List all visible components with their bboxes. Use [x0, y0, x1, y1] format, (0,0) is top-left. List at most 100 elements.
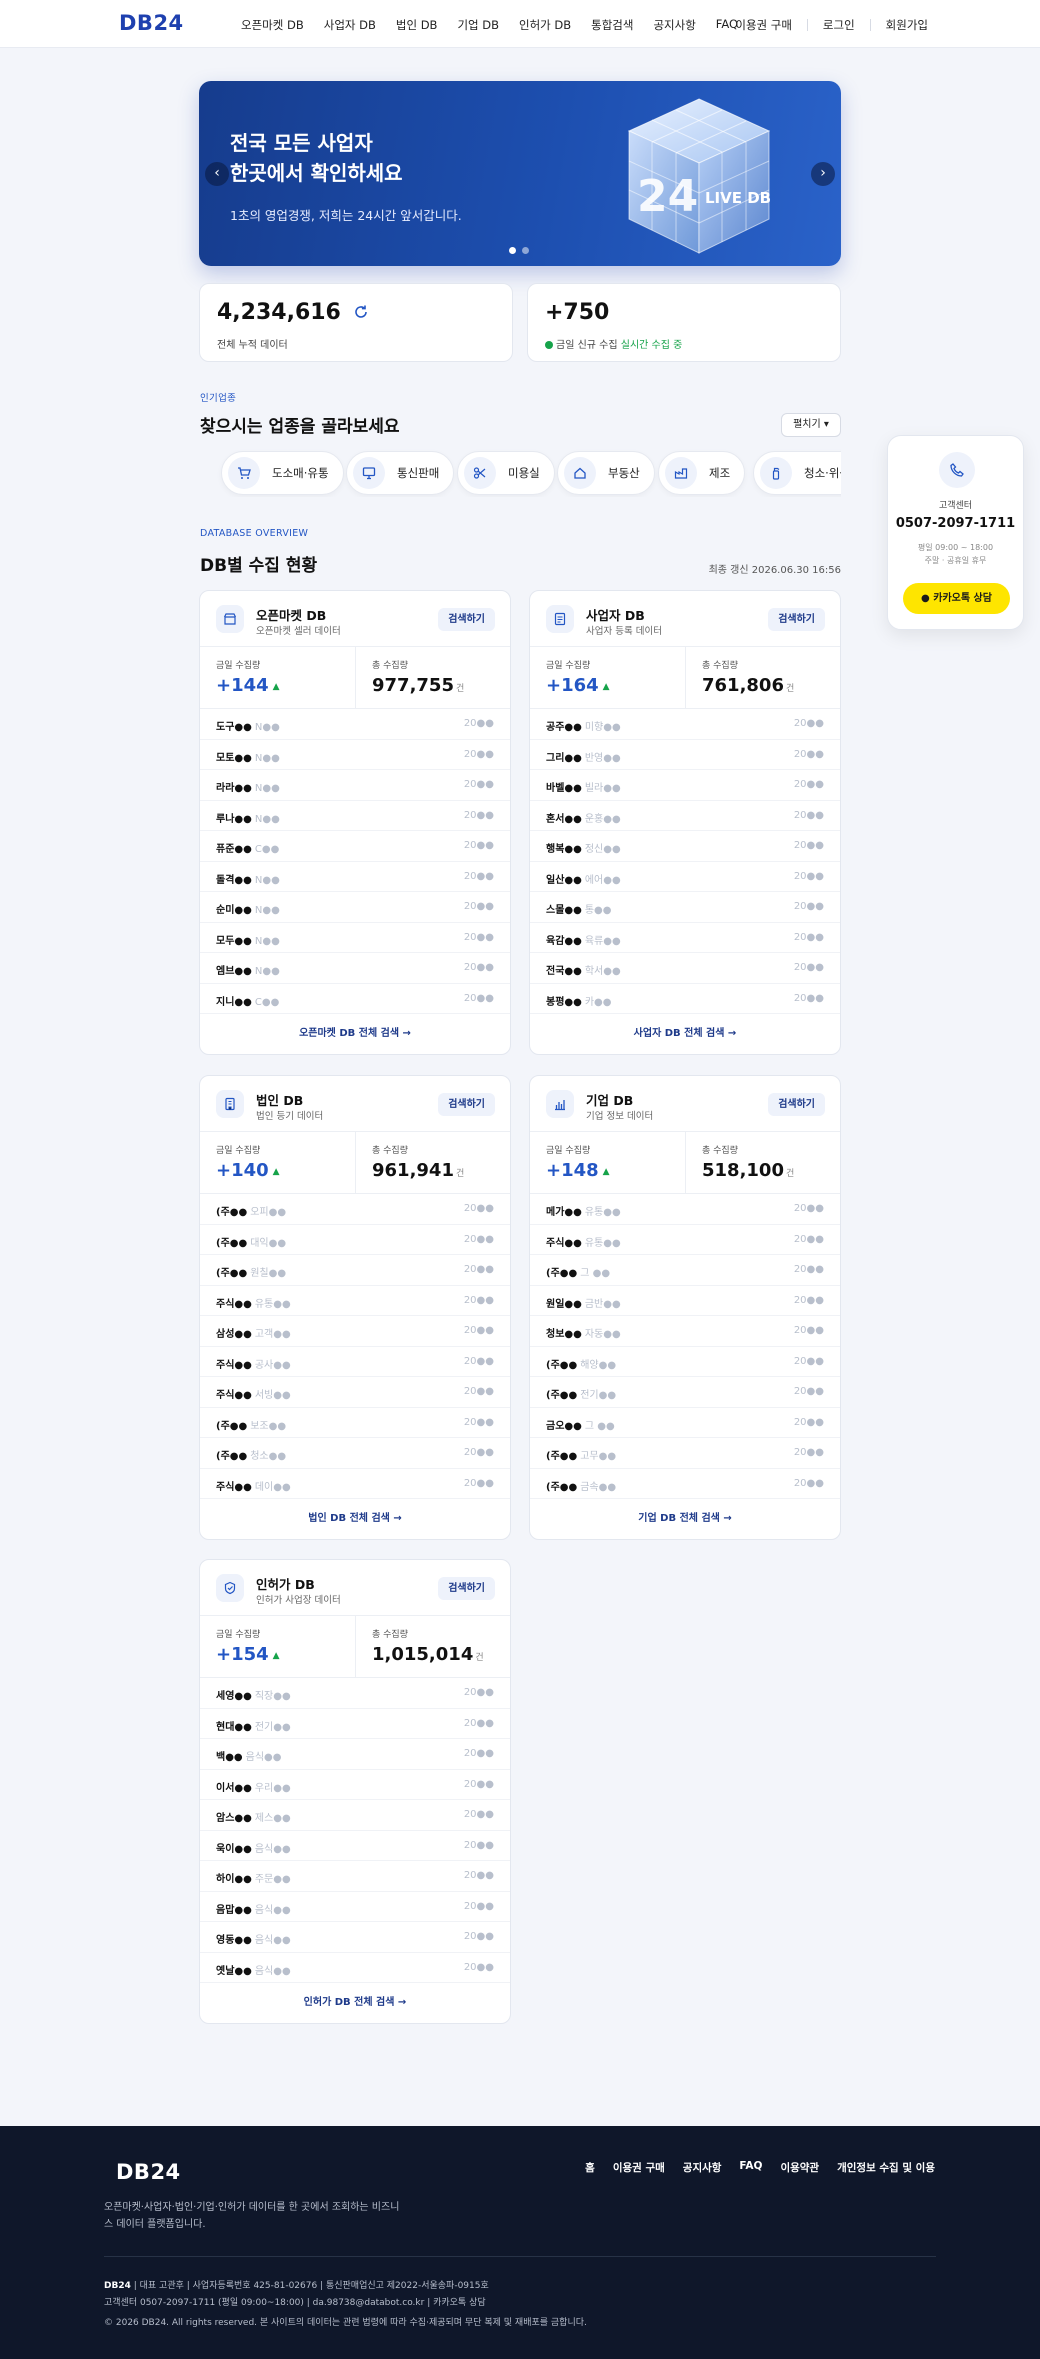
- table-row[interactable]: 공주●● 미향●● 20●●: [530, 709, 840, 740]
- table-row[interactable]: (주●● 해양●● 20●●: [530, 1347, 840, 1377]
- today-stat-label: 금일 수집량: [216, 661, 261, 671]
- card-search-button[interactable]: 검색하기: [438, 608, 495, 631]
- table-row[interactable]: 원일●● 금반●● 20●●: [530, 1286, 840, 1316]
- table-row[interactable]: 행복●● 정신●● 20●●: [530, 831, 840, 862]
- buy-pass-link[interactable]: 이용권 구매: [735, 17, 792, 33]
- table-row[interactable]: 전국●● 학서●● 20●●: [530, 953, 840, 984]
- kakao-chat-button[interactable]: ● 카카오톡 상담: [903, 583, 1010, 614]
- nav-search[interactable]: 통합검색: [591, 17, 633, 33]
- table-row[interactable]: 육감●● 육류●● 20●●: [530, 923, 840, 953]
- table-row[interactable]: 모두●● N●● 20●●: [200, 923, 510, 953]
- table-row[interactable]: 메가●● 유통●● 20●●: [530, 1194, 840, 1225]
- slider-dot-2[interactable]: [522, 247, 529, 254]
- table-row[interactable]: 퓨준●● C●● 20●●: [200, 831, 510, 862]
- table-row[interactable]: 혼서●● 운홍●● 20●●: [530, 801, 840, 831]
- card-search-button[interactable]: 검색하기: [768, 608, 825, 631]
- customer-phone[interactable]: 0507-2097-1711: [888, 516, 1023, 531]
- chip-label: 도소매·유통: [272, 466, 329, 480]
- chip-cleaning[interactable]: 청소·위생: [753, 451, 841, 495]
- table-row[interactable]: (주●● 원칠●● 20●●: [200, 1255, 510, 1286]
- next-arrow-icon[interactable]: ›: [811, 162, 835, 186]
- nav-corporate[interactable]: 법인 DB: [396, 17, 438, 33]
- table-row[interactable]: (주●● 그 ●● 20●●: [530, 1255, 840, 1286]
- chip-ecommerce[interactable]: 통신판매: [346, 451, 455, 495]
- row-date: 20●●: [463, 779, 494, 790]
- chip-realestate[interactable]: 부동산: [557, 451, 655, 495]
- table-row[interactable]: 루나●● N●● 20●●: [200, 801, 510, 831]
- table-row[interactable]: 옛날●● 음식●● 20●●: [200, 1953, 510, 1983]
- prev-arrow-icon[interactable]: ‹: [205, 162, 229, 186]
- card-search-button[interactable]: 검색하기: [768, 1093, 825, 1116]
- footer-link-privacy[interactable]: 개인정보 수집 및 이용: [837, 2160, 935, 2175]
- chip-retail[interactable]: 도소매·유통: [221, 451, 344, 495]
- table-row[interactable]: (주●● 금속●● 20●●: [530, 1469, 840, 1499]
- card-footer-link[interactable]: 기업 DB 전체 검색 →: [530, 1499, 840, 1539]
- hero-banner[interactable]: 전국 모든 사업자 한곳에서 확인하세요 1초의 영업경쟁, 저희는 24시간 앞…: [199, 81, 841, 266]
- table-row[interactable]: (주●● 청소●● 20●●: [200, 1438, 510, 1469]
- table-row[interactable]: 현대●● 전기●● 20●●: [200, 1709, 510, 1739]
- row-category: 원칠●●: [250, 1268, 287, 1279]
- table-row[interactable]: 봉평●● 카●● 20●●: [530, 984, 840, 1014]
- table-row[interactable]: 엠브●● N●● 20●●: [200, 953, 510, 984]
- table-row[interactable]: 영동●● 음식●● 20●●: [200, 1922, 510, 1953]
- table-row[interactable]: 음맙●● 음식●● 20●●: [200, 1892, 510, 1922]
- table-row[interactable]: 금오●● 그 ●● 20●●: [530, 1408, 840, 1438]
- card-footer-link[interactable]: 오픈마켓 DB 전체 검색 →: [200, 1014, 510, 1054]
- row-name-value: 바벨●●: [546, 783, 582, 794]
- table-row[interactable]: 모토●● N●● 20●●: [200, 740, 510, 770]
- table-row[interactable]: 하이●● 주문●● 20●●: [200, 1861, 510, 1892]
- row-name: 현대●● 전기●●: [216, 1718, 291, 1733]
- table-row[interactable]: 이서●● 우리●● 20●●: [200, 1770, 510, 1800]
- nav-business[interactable]: 사업자 DB: [324, 17, 376, 33]
- table-row[interactable]: 지니●● C●● 20●●: [200, 984, 510, 1014]
- table-row[interactable]: 욱이●● 음식●● 20●●: [200, 1831, 510, 1861]
- chip-salon[interactable]: 미용실: [457, 451, 555, 495]
- table-row[interactable]: 바벨●● 빌라●● 20●●: [530, 770, 840, 801]
- footer-link-notice[interactable]: 공지사항: [683, 2160, 722, 2175]
- logo[interactable]: DB24: [119, 11, 184, 35]
- table-row[interactable]: 일산●● 에어●● 20●●: [530, 862, 840, 892]
- table-row[interactable]: 세영●● 직장●● 20●●: [200, 1678, 510, 1709]
- table-row[interactable]: 주식●● 유통●● 20●●: [530, 1225, 840, 1255]
- table-row[interactable]: 스몰●● 통●● 20●●: [530, 892, 840, 923]
- footer-link-faq[interactable]: FAQ: [739, 2160, 762, 2175]
- footer-link-buy[interactable]: 이용권 구매: [613, 2160, 665, 2175]
- nav-company[interactable]: 기업 DB: [457, 17, 499, 33]
- table-row[interactable]: 그리●● 반영●● 20●●: [530, 740, 840, 770]
- table-row[interactable]: 주식●● 공사●● 20●●: [200, 1347, 510, 1377]
- table-row[interactable]: (주●● 보조●● 20●●: [200, 1408, 510, 1438]
- signup-link[interactable]: 회원가입: [886, 17, 928, 33]
- table-row[interactable]: 순미●● N●● 20●●: [200, 892, 510, 923]
- table-row[interactable]: 삼성●● 고객●● 20●●: [200, 1316, 510, 1347]
- card-footer-link[interactable]: 사업자 DB 전체 검색 →: [530, 1014, 840, 1054]
- table-row[interactable]: (주●● 대익●● 20●●: [200, 1225, 510, 1255]
- nav-openmarket[interactable]: 오픈마켓 DB: [241, 17, 304, 33]
- login-link[interactable]: 로그인: [823, 17, 855, 33]
- refresh-icon[interactable]: [353, 304, 369, 320]
- chip-manufacturing[interactable]: 제조: [658, 451, 746, 495]
- card-search-button[interactable]: 검색하기: [438, 1577, 495, 1600]
- footer-link-home[interactable]: 홈: [585, 2160, 595, 2175]
- table-row[interactable]: 돌격●● N●● 20●●: [200, 862, 510, 892]
- card-footer-link[interactable]: 법인 DB 전체 검색 →: [200, 1499, 510, 1539]
- card-footer-link[interactable]: 인허가 DB 전체 검색 →: [200, 1983, 510, 2023]
- slider-dot-1[interactable]: [509, 247, 516, 254]
- table-row[interactable]: (주●● 오피●● 20●●: [200, 1194, 510, 1225]
- card-search-button[interactable]: 검색하기: [438, 1093, 495, 1116]
- footer-logo[interactable]: DB24: [116, 2160, 181, 2184]
- nav-notice[interactable]: 공지사항: [653, 17, 695, 33]
- table-row[interactable]: 백●● 음식●● 20●●: [200, 1739, 510, 1770]
- table-row[interactable]: 도구●● N●● 20●●: [200, 709, 510, 740]
- table-row[interactable]: 주식●● 서빙●● 20●●: [200, 1377, 510, 1408]
- table-row[interactable]: (주●● 전기●● 20●●: [530, 1377, 840, 1408]
- table-row[interactable]: 라라●● N●● 20●●: [200, 770, 510, 801]
- table-row[interactable]: 청보●● 자동●● 20●●: [530, 1316, 840, 1347]
- expand-button[interactable]: 펼치기 ▾: [781, 413, 841, 437]
- table-row[interactable]: 주식●● 유통●● 20●●: [200, 1286, 510, 1316]
- table-row[interactable]: 주식●● 데이●● 20●●: [200, 1469, 510, 1499]
- nav-license[interactable]: 인허가 DB: [519, 17, 571, 33]
- table-row[interactable]: (주●● 고무●● 20●●: [530, 1438, 840, 1469]
- footer-link-terms[interactable]: 이용약관: [780, 2160, 819, 2175]
- phone-icon[interactable]: [939, 452, 975, 488]
- table-row[interactable]: 암스●● 제스●● 20●●: [200, 1800, 510, 1831]
